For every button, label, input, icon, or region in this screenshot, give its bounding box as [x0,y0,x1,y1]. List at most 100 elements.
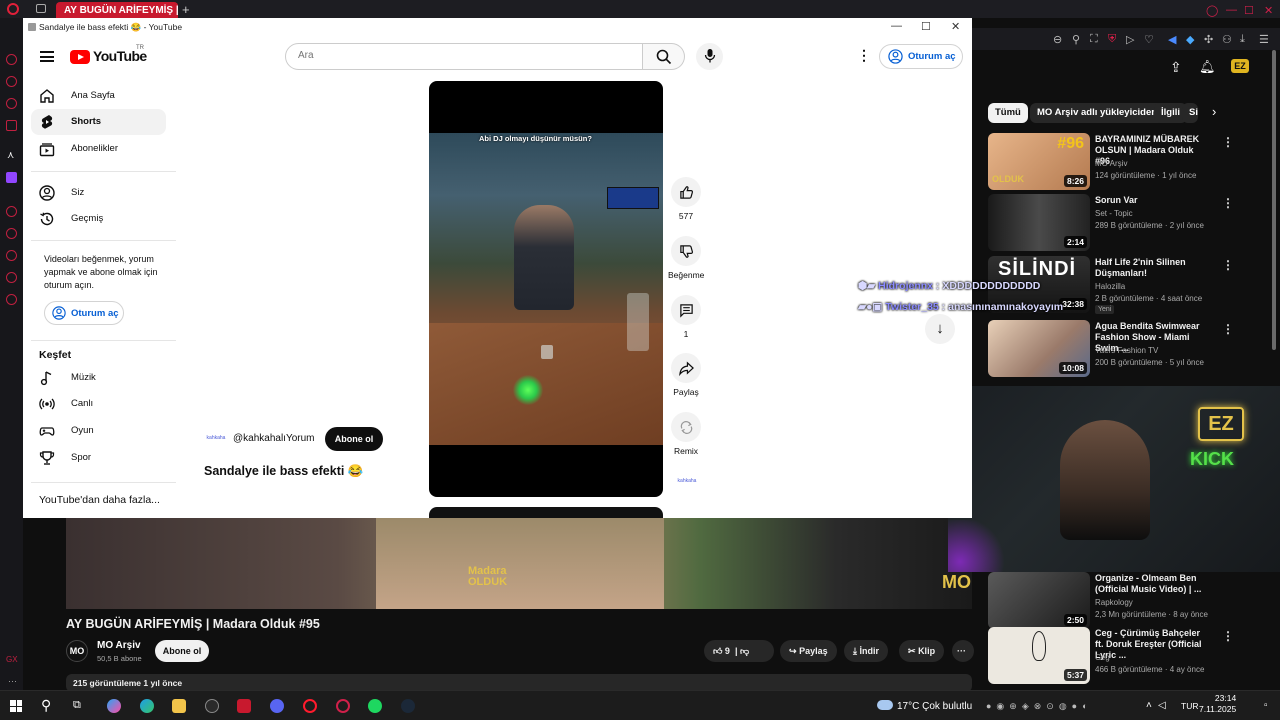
sidebar-instagram-icon[interactable] [6,120,17,131]
weather-widget[interactable]: 17°C Çok bulutlu [897,701,972,712]
chevron-right-icon[interactable]: › [1212,104,1216,119]
maximize-browser-icon[interactable]: ☐ [1244,4,1254,17]
voice-search-button[interactable] [696,43,723,70]
chip-more[interactable]: Si [1182,103,1198,123]
channel-name[interactable]: MO Arşiv [97,640,141,651]
chip-all[interactable]: Tümü [988,103,1028,123]
create-icon[interactable]: ⇪ [1170,59,1182,76]
copilot-icon[interactable] [107,699,121,713]
opera-taskbar-icon[interactable] [303,699,317,713]
share-button[interactable]: Paylaş [668,353,704,397]
sidebar-more-icon[interactable]: ··· [8,676,17,686]
sidebar-item-live[interactable]: Canlı [31,391,166,417]
opera-logo-icon[interactable] [7,3,19,15]
list-item[interactable]: #96 OLDUK 8:26 BAYRAMINIZ MÜBAREK OLSUN … [988,133,1268,191]
extension-icon[interactable]: ◆ [1186,33,1194,46]
notification-icon[interactable]: ▫ [1264,700,1268,711]
more-options-icon[interactable]: ⋮ [1222,196,1234,210]
video-title[interactable]: Half Life 2'nin Silinen Düşmanları! [1095,257,1207,279]
bell-icon[interactable]: 🔔︎ [1199,59,1216,75]
easy-setup-icon[interactable]: ☰ [1259,33,1269,46]
shorts-video-player[interactable]: Abi DJ olmayı düşünür müsün? [429,81,663,497]
clock[interactable]: 23:14 7.11.2025 [1199,693,1236,715]
channel-name[interactable]: MO Arşiv [1095,159,1127,168]
more-options-icon[interactable]: ⋮ [1222,135,1234,149]
sidebar-pinboard-icon[interactable] [6,228,17,239]
browser-tab-active[interactable]: AY BUGÜN ARİFEYMİŞ | M [56,2,178,18]
remix-button[interactable]: Remix [668,412,704,456]
settings-menu-icon[interactable]: ⋮ [857,47,871,64]
thumbnail[interactable]: 2:14 [988,194,1090,251]
pin-icon[interactable]: ⚲ [1072,33,1080,46]
profile-icon[interactable]: ⚇ [1222,33,1232,46]
speaker-icon[interactable]: ◀ [1168,33,1176,46]
discord-icon[interactable] [270,699,284,713]
snapshot-icon[interactable]: ⛶ [1090,33,1098,46]
speaker-icon[interactable]: ◁ [1158,700,1166,711]
language-indicator[interactable]: TUR [1181,701,1198,711]
share-button[interactable]: ↪ Paylaş [780,640,837,662]
spotify-icon[interactable] [368,699,382,713]
avatar[interactable]: MO [66,640,88,662]
more-options-icon[interactable]: ⋮ [1222,322,1234,336]
sidebar-downloads-icon[interactable] [6,272,17,283]
clip-button[interactable]: ✂ Klip [899,640,945,662]
subscribe-button[interactable]: Abone ol [155,640,209,662]
like-button[interactable]: 👍︎ 9 | 👎︎ [704,640,774,662]
sidebar-gx-icon[interactable]: GX [6,655,18,664]
sidebar-item-history[interactable]: Geçmiş [31,206,166,232]
sidebar-item-home[interactable]: Ana Sayfa [31,83,166,109]
shield-icon[interactable]: ⛨ [1108,33,1116,46]
next-short-preview[interactable] [429,507,663,518]
sidebar-history-icon[interactable] [6,250,17,261]
sidebar-item-you[interactable]: Siz [31,180,166,206]
audio-thumbnail[interactable]: kahkaha [675,478,699,488]
sidebar-sign-in-button[interactable]: Oturum aç [44,301,124,325]
video-title[interactable]: Ceg - Çürümüş Bahçeler ft. Doruk Ereşter… [1095,628,1207,661]
thumbnail[interactable]: 5:37 [988,627,1090,684]
sign-in-button[interactable]: Oturum aç [879,44,963,69]
sidebar-kick-icon[interactable]: ⋏ [7,150,14,161]
search-icon[interactable]: ⚲ [41,697,51,714]
sidebar-aria-icon[interactable] [6,54,17,65]
avatar[interactable]: kahkaha [205,431,227,445]
search-input[interactable]: Ara [285,43,643,70]
download-button[interactable]: ⤓ İndir [844,640,888,662]
task-view-icon[interactable]: ⧉ [73,699,81,712]
dislike-button[interactable]: Beğenme [668,236,704,280]
thumbnail[interactable]: 2:50 [988,572,1090,629]
puzzle-icon[interactable]: ✣ [1204,33,1213,46]
search-button[interactable] [643,43,685,70]
close-icon[interactable]: ✕ [951,20,960,33]
list-item[interactable]: 2:14 Sorun Var Set - Topic 289 B görüntü… [988,194,1268,252]
list-item[interactable]: 2:50 Organize - Olmeam Ben (Official Mus… [988,572,1268,630]
heart-icon[interactable]: ♡ [1144,33,1154,46]
menu-icon[interactable] [40,51,54,62]
sidebar-twitch-icon[interactable] [6,172,17,183]
next-short-button[interactable]: ↓ [925,314,955,344]
thumbnail[interactable]: 10:08 [988,320,1090,377]
sidebar-item-sports[interactable]: Spor [31,445,166,471]
opera-gx-taskbar-icon[interactable] [336,699,350,713]
chevron-up-icon[interactable]: ˄ [1146,700,1152,711]
subscribe-button[interactable]: Abone ol [325,427,383,451]
sidebar-item-music[interactable]: Müzik [31,365,166,391]
sidebar-player-icon[interactable] [6,206,17,217]
scrollbar[interactable] [1272,50,1276,350]
app-taskbar-icon[interactable] [237,699,251,713]
channel-name[interactable]: Set - Topic [1095,209,1133,218]
download-icon[interactable]: ⤓ [1240,33,1245,46]
gx-taskbar-icon[interactable] [205,699,219,713]
sidebar-item-shorts[interactable]: Shorts [31,109,166,135]
like-button[interactable]: 577 [668,177,704,221]
sidebar-settings-icon[interactable] [6,294,17,305]
zoom-icon[interactable]: ⊖ [1053,33,1062,46]
more-options-icon[interactable]: ⋮ [1222,258,1234,272]
tab-list-icon[interactable] [36,4,46,13]
comment-button[interactable]: 1 [668,295,704,339]
sidebar-messenger-icon[interactable] [6,76,17,87]
channel-name[interactable]: Yaers Fashion TV [1095,346,1158,355]
close-browser-icon[interactable]: ✕ [1264,4,1273,17]
video-title[interactable]: Organize - Olmeam Ben (Official Music Vi… [1095,573,1207,595]
avatar[interactable]: EZ [1231,59,1249,73]
